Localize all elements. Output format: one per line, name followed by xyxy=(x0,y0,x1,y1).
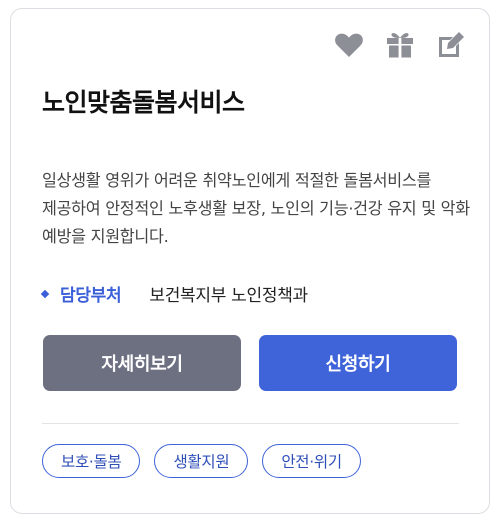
tag-list: 보호·돌봄 생활지원 안전·위기 xyxy=(42,444,361,478)
apply-button[interactable]: 신청하기 xyxy=(259,335,457,391)
edit-icon[interactable] xyxy=(434,28,468,62)
service-description: 일상생활 영위가 어려운 취약노인에게 적절한 돌봄서비스를 제공하여 안정적인… xyxy=(42,171,470,246)
department-value: 보건복지부 노인정책과 xyxy=(149,286,308,306)
service-card: 노인맞춤돌봄서비스 일상생활 영위가 어려운 취약노인에게 적절한 돌봄서비스를… xyxy=(10,8,490,514)
tag-protection-care[interactable]: 보호·돌봄 xyxy=(42,444,141,478)
heart-icon[interactable] xyxy=(332,28,366,62)
department-row: 담당부처 보건복지부 노인정책과 xyxy=(40,281,308,306)
gift-icon[interactable] xyxy=(383,28,417,62)
tag-safety-crisis[interactable]: 안전·위기 xyxy=(262,444,361,478)
department-label: 담당부처 xyxy=(60,286,122,306)
service-title: 노인맞춤돌봄서비스 xyxy=(42,88,245,117)
diamond-bullet-icon xyxy=(40,289,50,298)
tag-living-support[interactable]: 생활지원 xyxy=(154,444,249,478)
divider xyxy=(42,423,459,424)
detail-button[interactable]: 자세히보기 xyxy=(43,335,241,391)
card-actions xyxy=(332,28,468,62)
